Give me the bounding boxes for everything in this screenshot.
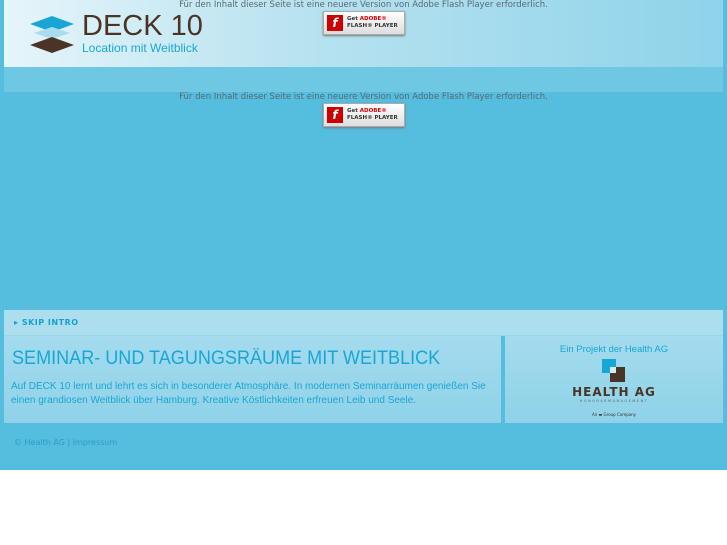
- nav-band: [4, 67, 723, 92]
- content-panel: SEMINAR- UND TAGUNGSRÄUME MIT WEITBLICK …: [4, 336, 501, 423]
- logo-layers-icon: [30, 16, 74, 53]
- flash-message: Für den Inhalt dieser Seite ist eine neu…: [179, 0, 548, 10]
- flash-icon: f: [327, 107, 343, 123]
- footer: © Health AG | Impressum: [14, 438, 118, 447]
- skip-intro-link[interactable]: ▸ SKIP INTRO: [14, 318, 79, 327]
- copyright: © Health AG: [14, 438, 65, 447]
- logo-title: DECK 10: [82, 10, 203, 42]
- sponsor-label: Ein Projekt der Health AG: [559, 344, 669, 355]
- get-flash-button-2[interactable]: f Get ADOBE® FLASH® PLAYER: [323, 103, 405, 127]
- flash-icon: f: [327, 15, 343, 31]
- sponsor-panel: Ein Projekt der Health AG HEALTH AG HONO…: [505, 336, 723, 423]
- sponsor-name: HEALTH AG: [572, 385, 656, 399]
- sponsor-sub: HONORARMANAGEMENT: [579, 399, 649, 403]
- health-ag-logo-icon: [602, 359, 625, 382]
- description: Auf DECK 10 lernt und lehrt es sich in b…: [11, 381, 486, 406]
- get-flash-button[interactable]: f Get ADOBE® FLASH® PLAYER: [323, 11, 405, 35]
- impressum-link[interactable]: Impressum: [73, 438, 117, 447]
- sponsor-group: An ▬ Group Company: [591, 412, 637, 417]
- logo-tagline: Location mit Weitblick: [82, 41, 198, 55]
- skip-intro-bar: ▸ SKIP INTRO: [4, 310, 723, 336]
- page-title: SEMINAR- UND TAGUNGSRÄUME MIT WEITBLICK: [12, 348, 441, 369]
- flash-message-2: Für den Inhalt dieser Seite ist eine neu…: [179, 92, 548, 102]
